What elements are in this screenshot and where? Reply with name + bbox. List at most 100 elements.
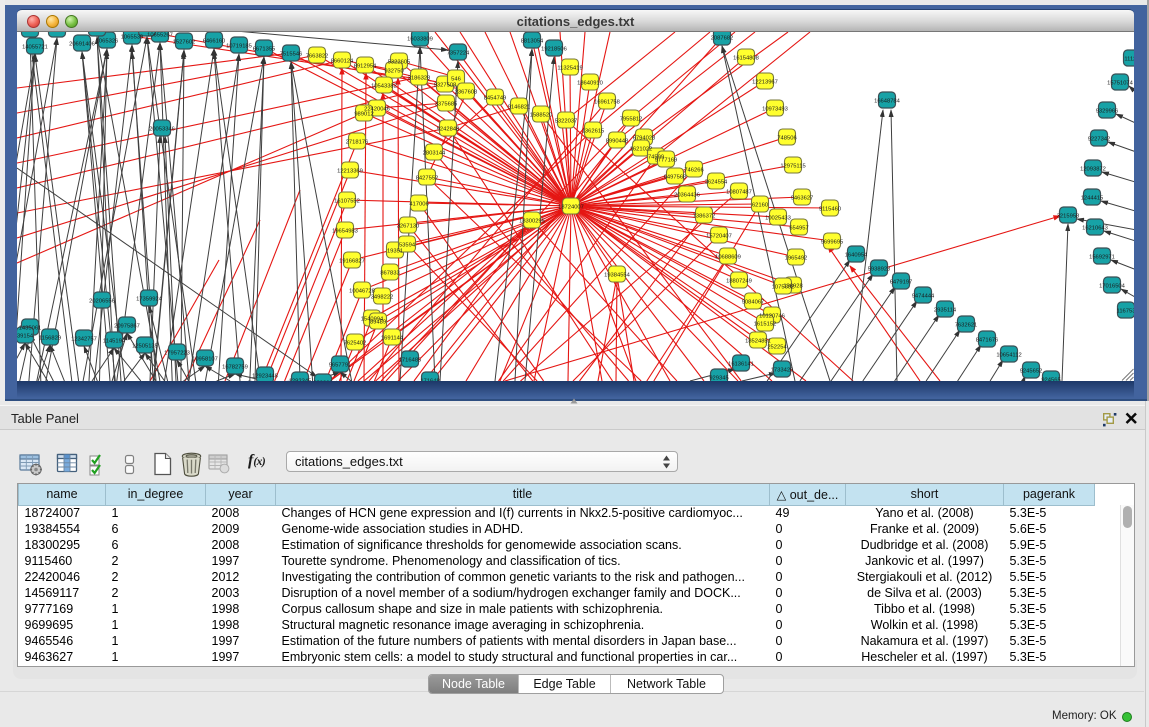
svg-text:154: 154	[25, 32, 35, 34]
svg-text:18300295: 18300295	[519, 219, 545, 225]
svg-text:3498222: 3498222	[371, 295, 394, 301]
svg-text:16782759: 16782759	[222, 365, 248, 371]
svg-text:7663822: 7663822	[306, 54, 329, 60]
svg-text:5938923: 5938923	[868, 267, 891, 273]
svg-text:9463627: 9463627	[791, 196, 814, 202]
svg-text:8471676: 8471676	[976, 338, 999, 344]
svg-text:252254: 252254	[767, 345, 787, 351]
svg-text:9084067: 9084067	[742, 300, 765, 306]
svg-text:7386372: 7386372	[693, 214, 716, 220]
svg-text:116753: 116753	[1117, 309, 1134, 315]
svg-text:929345: 929345	[709, 376, 728, 382]
svg-text:929292: 929292	[313, 381, 332, 382]
svg-text:1965492: 1965492	[785, 256, 808, 262]
svg-text:39154: 39154	[17, 334, 34, 340]
svg-text:1075692: 1075692	[772, 285, 795, 291]
svg-text:1716485: 1716485	[399, 358, 422, 364]
svg-text:7357224: 7357224	[447, 51, 470, 57]
svg-text:989012: 989012	[354, 112, 373, 118]
svg-text:1588520: 1588520	[530, 113, 553, 119]
svg-text:7955812: 7955812	[620, 117, 643, 123]
svg-text:1640954: 1640954	[845, 253, 868, 259]
svg-text:1527602: 1527602	[173, 40, 196, 46]
svg-text:19384554: 19384554	[604, 273, 631, 279]
svg-text:16154808: 16154808	[733, 56, 759, 62]
svg-text:8427552: 8427552	[416, 176, 439, 182]
svg-text:1156829: 1156829	[39, 336, 61, 342]
svg-text:9146821: 9146821	[508, 105, 531, 111]
svg-text:932750: 932750	[384, 69, 403, 75]
svg-text:7515546: 7515546	[280, 52, 303, 58]
svg-text:9242848: 9242848	[437, 127, 460, 133]
svg-text:208: 208	[92, 32, 102, 33]
svg-text:12213967: 12213967	[752, 80, 778, 86]
svg-text:53594: 53594	[399, 243, 416, 249]
svg-text:1362615: 1362615	[582, 129, 605, 135]
svg-text:9227342: 9227342	[1088, 137, 1111, 143]
svg-text:14055721: 14055721	[22, 45, 48, 51]
svg-text:9474444: 9474444	[912, 294, 935, 300]
svg-text:2718176: 2718176	[346, 140, 369, 146]
svg-text:1615152: 1615152	[754, 322, 777, 328]
svg-text:9115460: 9115460	[819, 207, 841, 213]
svg-text:20053346: 20053346	[149, 127, 175, 133]
svg-text:2087682: 2087682	[711, 36, 734, 42]
svg-text:17957223: 17957223	[164, 351, 190, 357]
svg-text:417006: 417006	[409, 202, 428, 208]
svg-text:19166827: 19166827	[339, 259, 365, 265]
svg-text:8912954: 8912954	[354, 64, 377, 70]
svg-text:106: 106	[142, 32, 152, 33]
svg-text:3215958: 3215958	[1057, 214, 1080, 220]
svg-text:7154: 7154	[51, 32, 65, 34]
svg-text:12093872: 12093872	[1080, 167, 1106, 173]
svg-text:1065326: 1065326	[96, 39, 119, 45]
svg-text:7625402: 7625402	[344, 341, 367, 347]
svg-text:16033809: 16033809	[407, 37, 433, 43]
svg-text:11124: 11124	[1124, 57, 1134, 63]
svg-text:2803144: 2803144	[423, 151, 446, 157]
svg-text:12342757: 12342757	[71, 337, 97, 343]
svg-text:62160: 62160	[752, 203, 768, 209]
svg-text:11325419: 11325419	[557, 66, 582, 72]
svg-text:6497568: 6497568	[664, 175, 687, 181]
svg-text:746266: 746266	[684, 168, 703, 174]
svg-text:6671355: 6671355	[253, 47, 276, 53]
svg-text:7632621: 7632621	[955, 323, 978, 329]
svg-text:10655267: 10655267	[147, 33, 173, 39]
svg-text:9699695: 9699695	[821, 240, 844, 246]
svg-text:1435061: 1435061	[19, 326, 42, 332]
svg-text:10120746: 10120746	[759, 314, 785, 320]
svg-text:17016504: 17016504	[1099, 284, 1126, 290]
svg-text:12975115: 12975115	[780, 164, 805, 170]
svg-text:10719185: 10719185	[226, 44, 252, 50]
svg-text:12923448: 12923448	[252, 374, 278, 380]
svg-text:16961758: 16961758	[594, 100, 620, 106]
svg-text:20206556: 20206556	[89, 299, 115, 305]
svg-text:10025433: 10025433	[765, 216, 791, 222]
svg-text:1145194: 1145194	[103, 339, 126, 345]
svg-text:5322605: 5322605	[388, 60, 411, 66]
svg-text:6794028: 6794028	[633, 136, 656, 142]
svg-text:2367608: 2367608	[455, 90, 478, 96]
svg-text:748506: 748506	[777, 136, 796, 142]
svg-text:18724007: 18724007	[558, 205, 584, 211]
svg-text:10654112: 10654112	[996, 353, 1021, 359]
svg-text:15751074: 15751074	[1107, 81, 1134, 87]
svg-text:9329966: 9329966	[1096, 109, 1119, 115]
svg-text:6479197: 6479197	[890, 280, 913, 286]
svg-text:9327508: 9327508	[434, 83, 457, 89]
svg-text:3624554: 3624554	[705, 180, 728, 186]
svg-text:9245652: 9245652	[1020, 369, 1043, 375]
svg-text:1733426: 1733426	[771, 368, 794, 374]
svg-text:3186328: 3186328	[408, 76, 431, 82]
svg-text:16210643: 16210643	[1082, 226, 1108, 232]
svg-text:171648: 171648	[420, 379, 439, 382]
svg-text:1244415: 1244415	[1081, 196, 1104, 202]
svg-text:15692971: 15692971	[1089, 255, 1115, 261]
svg-text:10688609: 10688609	[715, 255, 741, 261]
svg-text:1292345: 1292345	[289, 379, 312, 382]
svg-text:19351: 19351	[387, 249, 403, 255]
svg-text:18640910: 18640910	[577, 81, 603, 87]
svg-text:19654983: 19654983	[332, 229, 358, 235]
svg-text:16107552: 16107552	[334, 199, 360, 205]
